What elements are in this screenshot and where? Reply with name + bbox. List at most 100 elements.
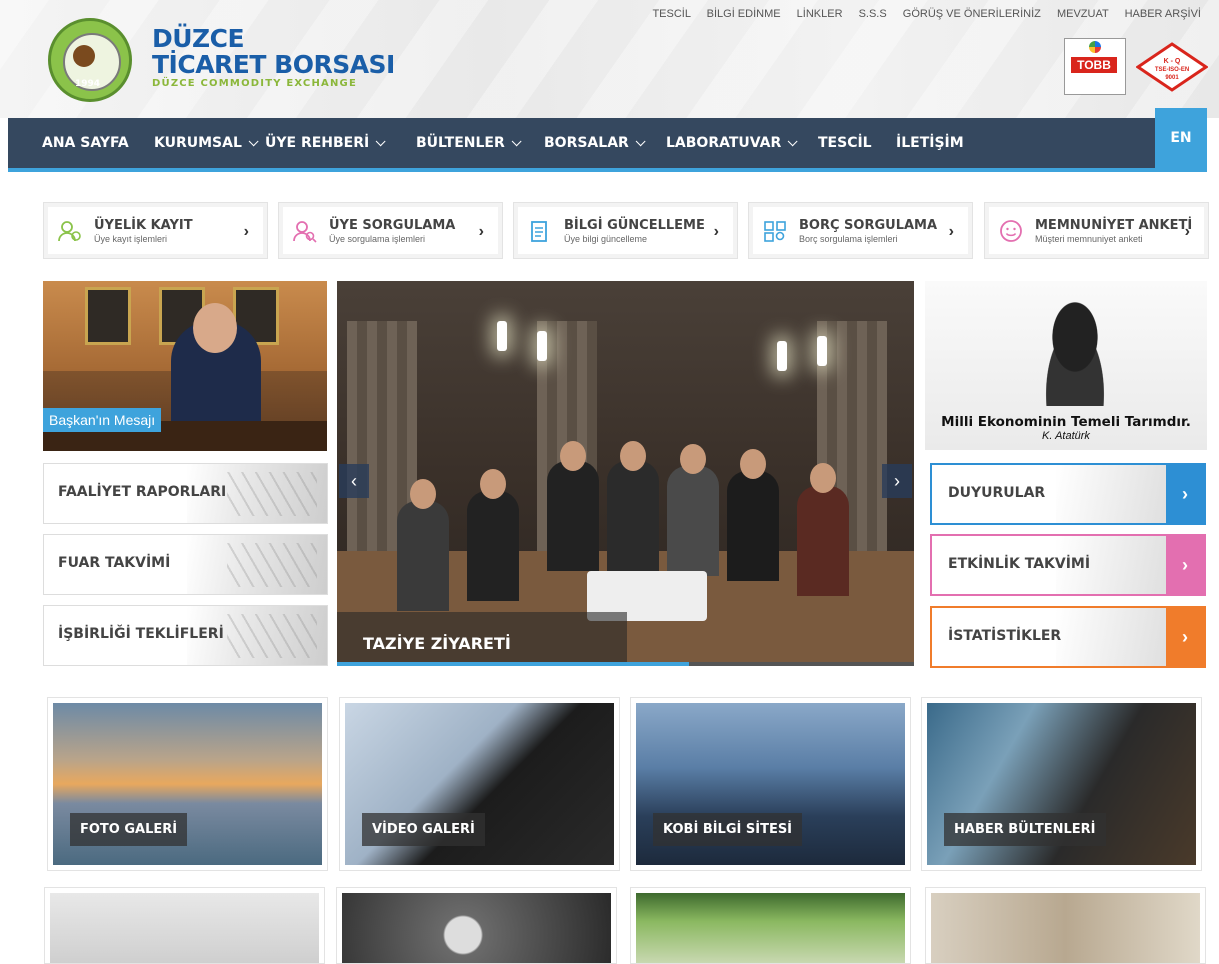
quick-link-title: ÜYELİK KAYIT [94, 218, 193, 233]
portrait-frame [85, 287, 131, 345]
person-head [620, 441, 646, 471]
top-link-bilgi-edinme[interactable]: BİLGİ EDİNME [707, 8, 781, 20]
link-isbirligi-teklifleri[interactable]: İŞBİRLİĞİ TEKLİFLERİ [43, 605, 328, 666]
nav-iletisim[interactable]: İLETİŞİM [896, 118, 964, 168]
top-link-sss[interactable]: S.S.S [859, 8, 887, 20]
tse-logo[interactable]: K - Q TSE-ISO-EN 9001 [1136, 42, 1208, 92]
top-links: TESCİL BİLGİ EDİNME LİNKLER S.S.S GÖRÜŞ … [639, 8, 1201, 20]
chevron-right-icon: › [713, 223, 719, 240]
chevron-down-icon [511, 136, 522, 147]
clipboard-icon [531, 221, 547, 242]
box-label: FAALİYET RAPORLARI [58, 484, 227, 500]
news-slider[interactable]: ‹ › TAZİYE ZİYARETİ [337, 281, 914, 666]
tile-landscape[interactable] [630, 887, 911, 964]
top-link-linkler[interactable]: LİNKLER [797, 8, 843, 20]
debt-search-icon [764, 221, 786, 242]
tile-foto-galeri[interactable]: FOTO GALERİ [47, 697, 328, 871]
nav-label: BORSALAR [544, 135, 629, 151]
person-head [410, 479, 436, 509]
person-head [680, 444, 706, 474]
user-search-icon [293, 221, 317, 243]
svg-text:K - Q: K - Q [1164, 58, 1181, 65]
chevron-right-icon: › [1166, 536, 1204, 594]
top-link-haber-arsivi[interactable]: HABER ARŞİVİ [1125, 8, 1201, 20]
quick-link-title: BİLGİ GÜNCELLEME [564, 218, 705, 233]
box-label: DUYURULAR [948, 485, 1046, 501]
link-fuar-takvimi[interactable]: FUAR TAKVİMİ [43, 534, 328, 595]
title-subtitle: DÜZCE COMMODITY EXCHANGE [152, 78, 357, 89]
link-faaliyet-raporlari[interactable]: FAALİYET RAPORLARI [43, 463, 328, 524]
nav-label: TESCİL [818, 135, 872, 151]
president-message-label: Başkan'ın Mesajı [43, 408, 162, 432]
quick-link-uyelik-kayit[interactable]: ÜYELİK KAYIT Üye kayıt işlemleri › [43, 202, 268, 259]
language-en-button[interactable]: EN [1155, 108, 1207, 168]
seal-year: 1994 [75, 79, 101, 89]
tile-haber-bultenleri[interactable]: HABER BÜLTENLERİ [921, 697, 1202, 871]
person-head [480, 469, 506, 499]
nav-uye-rehberi[interactable]: ÜYE REHBERİ [265, 118, 386, 168]
tobb-dot-icon [1089, 41, 1101, 53]
quick-link-bilgi-guncelleme[interactable]: BİLGİ GÜNCELLEME Üye bilgi güncelleme › [513, 202, 738, 259]
slider-progress-fill [337, 662, 689, 666]
quick-link-title: ÜYE SORGULAMA [329, 218, 456, 233]
microphone-image [342, 893, 611, 963]
quick-link-uye-sorgulama[interactable]: ÜYE SORGULAMA Üye sorgulama işlemleri › [278, 202, 503, 259]
tile-business[interactable] [925, 887, 1206, 964]
nav-label: ANA SAYFA [42, 135, 129, 151]
person [727, 471, 779, 581]
chevron-right-icon: › [243, 223, 249, 240]
tile-gears[interactable] [44, 887, 325, 964]
chevron-right-icon: › [948, 223, 954, 240]
chevron-right-icon: › [1166, 608, 1204, 666]
ataturk-quote: Milli Ekonominin Temeli Tarımdır. [941, 414, 1191, 430]
slider-next-button[interactable]: › [882, 464, 912, 498]
lamp [497, 321, 507, 351]
quick-link-title: MEMNUNİYET ANKETİ [1035, 218, 1193, 233]
president-message-card[interactable]: Başkan'ın Mesajı [43, 281, 327, 451]
tile-video-galeri[interactable]: VİDEO GALERİ [339, 697, 620, 871]
tile-kobi-bilgi-sitesi[interactable]: KOBİ BİLGİ SİTESİ [630, 697, 911, 871]
quick-link-memnuniyet-anketi[interactable]: MEMNUNİYET ANKETİ Müşteri memnuniyet ank… [984, 202, 1209, 259]
quick-link-title: BORÇ SORGULAMA [799, 218, 938, 233]
link-etkinlik-takvimi[interactable]: ETKİNLİK TAKVİMİ › [930, 534, 1206, 596]
quick-link-sub: Üye sorgulama işlemleri [329, 234, 426, 244]
calendar-decor-image [187, 535, 327, 594]
slider-progress-track [337, 662, 914, 666]
quick-link-sub: Üye kayıt işlemleri [94, 234, 168, 244]
box-label: FUAR TAKVİMİ [58, 555, 171, 571]
tile-microphone[interactable] [336, 887, 617, 964]
logo-seal[interactable]: 1994 [48, 18, 132, 102]
slider-prev-button[interactable]: ‹ [339, 464, 369, 498]
quick-link-borc-sorgulama[interactable]: BORÇ SORGULAMA Borç sorgulama işlemleri … [748, 202, 973, 259]
top-link-tescil[interactable]: TESCİL [652, 8, 690, 20]
svg-text:9001: 9001 [1165, 75, 1179, 81]
person [607, 461, 659, 571]
top-link-mevzuat[interactable]: MEVZUAT [1057, 8, 1109, 20]
nav-kurumsal[interactable]: KURUMSAL [154, 118, 259, 168]
chevron-down-icon [375, 136, 386, 147]
slide-caption: TAZİYE ZİYARETİ [363, 634, 511, 653]
nav-label: BÜLTENLER [416, 135, 505, 151]
landscape-image [636, 893, 905, 963]
nav-label: ÜYE REHBERİ [265, 135, 370, 151]
business-idea-image [931, 893, 1200, 963]
tobb-logo[interactable]: TOBB [1064, 38, 1126, 95]
nav-ana-sayfa[interactable]: ANA SAYFA [42, 118, 129, 168]
site-title[interactable]: DÜZCE TİCARET BORSASI DÜZCE COMMODITY EX… [152, 26, 395, 89]
chevron-right-icon: › [1184, 223, 1190, 240]
tile-caption: HABER BÜLTENLERİ [944, 813, 1106, 846]
bar-chart-decor-image [1056, 608, 1166, 666]
nav-laboratuvar[interactable]: LABORATUVAR [666, 118, 798, 168]
link-istatistikler[interactable]: İSTATİSTİKLER › [930, 606, 1206, 668]
nav-borsalar[interactable]: BORSALAR [544, 118, 646, 168]
nav-tescil[interactable]: TESCİL [818, 118, 872, 168]
chevron-right-icon: › [1166, 465, 1204, 523]
link-duyurular[interactable]: DUYURULAR › [930, 463, 1206, 525]
nav-bultenler[interactable]: BÜLTENLER [416, 118, 522, 168]
svg-text:TSE-ISO-EN: TSE-ISO-EN [1155, 67, 1189, 73]
smile-icon [1000, 220, 1022, 242]
president-head [193, 303, 237, 353]
top-link-gorus[interactable]: GÖRÜŞ VE ÖNERİLERİNİZ [903, 8, 1041, 20]
person [797, 486, 849, 596]
lamp [777, 341, 787, 371]
